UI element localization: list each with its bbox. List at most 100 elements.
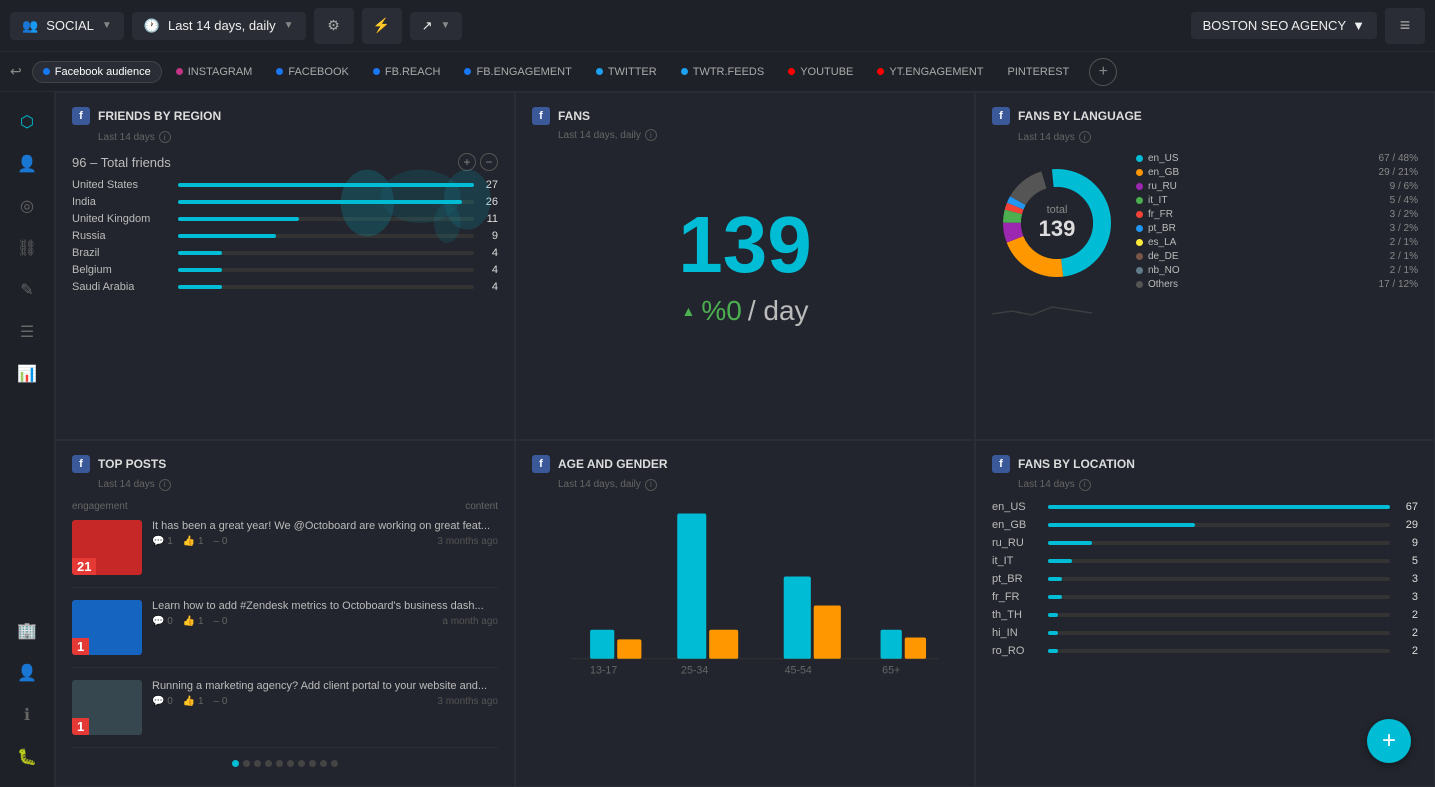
lang-legend-row: fr_FR 3 / 2% bbox=[1136, 209, 1418, 220]
tab-dot bbox=[176, 68, 183, 75]
loc-code: hi_IN bbox=[992, 627, 1042, 639]
sidebar-building-icon[interactable]: 🏢 bbox=[9, 613, 45, 649]
tab-facebook[interactable]: FACEBOOK bbox=[266, 62, 359, 82]
region-name: United Kingdom bbox=[72, 213, 172, 225]
posts-subtitle: Last 14 days i bbox=[72, 479, 498, 491]
lang-legend-row: ru_RU 9 / 6% bbox=[1136, 181, 1418, 192]
fb-icon: f bbox=[72, 455, 90, 473]
loc-count: 2 bbox=[1396, 627, 1418, 639]
location-row: it_IT 5 bbox=[992, 555, 1418, 567]
region-bar-wrap bbox=[178, 285, 474, 289]
page-dot-2[interactable] bbox=[243, 760, 250, 767]
fans-per-day: / day bbox=[748, 295, 809, 327]
post-text: Running a marketing agency? Add client p… bbox=[152, 680, 498, 692]
menu-button[interactable]: ≡ bbox=[1385, 8, 1425, 44]
loc-code: pt_BR bbox=[992, 573, 1042, 585]
loc-count: 5 bbox=[1396, 555, 1418, 567]
loc-code: en_US bbox=[992, 501, 1042, 513]
svg-text:25-34: 25-34 bbox=[681, 664, 708, 676]
tab-youtube[interactable]: YOUTUBE bbox=[778, 62, 863, 82]
page-dot-9[interactable] bbox=[320, 760, 327, 767]
post-content: It has been a great year! We @Octoboard … bbox=[152, 520, 498, 547]
page-dot-8[interactable] bbox=[309, 760, 316, 767]
sidebar-users-icon[interactable]: 👤 bbox=[9, 146, 45, 182]
like-icon: 👍 1 bbox=[183, 616, 204, 627]
loc-bar bbox=[1048, 541, 1092, 545]
post-thumbnail: 21 bbox=[72, 520, 142, 575]
loc-bar bbox=[1048, 523, 1195, 527]
share-icon: – 0 bbox=[214, 616, 228, 627]
tab-facebook-audience[interactable]: Facebook audience bbox=[32, 61, 162, 83]
sidebar-list-icon[interactable]: ☰ bbox=[9, 314, 45, 350]
share-icon: – 0 bbox=[214, 696, 228, 707]
region-name: United States bbox=[72, 179, 172, 191]
share-dropdown[interactable]: ↗ ▼ bbox=[410, 12, 463, 40]
lang-code: ru_RU bbox=[1148, 181, 1184, 192]
date-dropdown[interactable]: 🕐 Last 14 days, daily ▼ bbox=[132, 12, 306, 40]
comment-icon: 💬 0 bbox=[152, 616, 173, 627]
loc-bar-wrap bbox=[1048, 613, 1390, 617]
loc-bar bbox=[1048, 559, 1072, 563]
page-dot-7[interactable] bbox=[298, 760, 305, 767]
loc-count: 9 bbox=[1396, 537, 1418, 549]
fans-by-language-widget: f FANS BY LANGUAGE Last 14 days i bbox=[975, 92, 1435, 440]
info-icon: i bbox=[645, 479, 657, 491]
tab-label: INSTAGRAM bbox=[188, 66, 253, 78]
social-dropdown[interactable]: 👥 SOCIAL ▼ bbox=[10, 12, 124, 40]
donut-total: 139 bbox=[1039, 216, 1076, 242]
sidebar-dashboard-icon[interactable]: ⬡ bbox=[9, 104, 45, 140]
lang-value: 3 / 2% bbox=[1390, 223, 1418, 234]
post-row: 1 Learn how to add #Zendesk metrics to O… bbox=[72, 600, 498, 668]
tab-instagram[interactable]: INSTAGRAM bbox=[166, 62, 263, 82]
fb-icon: f bbox=[532, 107, 550, 125]
page-dot-1[interactable] bbox=[232, 760, 239, 767]
tab-label: YOUTUBE bbox=[800, 66, 853, 78]
tab-yt-engagement[interactable]: YT.ENGAGEMENT bbox=[867, 62, 993, 82]
svg-text:65+: 65+ bbox=[882, 664, 900, 676]
tab-twitter[interactable]: TWITTER bbox=[586, 62, 667, 82]
share-icon: ↗ bbox=[422, 18, 433, 34]
tab-dot bbox=[877, 68, 884, 75]
lang-value: 2 / 1% bbox=[1390, 237, 1418, 248]
lang-value: 2 / 1% bbox=[1390, 265, 1418, 276]
lang-color-dot bbox=[1136, 197, 1143, 204]
page-dot-5[interactable] bbox=[276, 760, 283, 767]
page-dot-10[interactable] bbox=[331, 760, 338, 767]
fab-add-button[interactable]: + bbox=[1367, 719, 1411, 763]
page-dot-3[interactable] bbox=[254, 760, 261, 767]
sidebar-chart-icon[interactable]: 📊 bbox=[9, 356, 45, 392]
donut-chart: total 139 bbox=[992, 158, 1122, 288]
agency-dropdown[interactable]: BOSTON SEO AGENCY ▼ bbox=[1191, 12, 1377, 39]
page-dot-4[interactable] bbox=[265, 760, 272, 767]
tab-label: FB.REACH bbox=[385, 66, 441, 78]
dropdown-arrow: ▼ bbox=[102, 20, 112, 31]
tab-fb-engagement[interactable]: FB.ENGAGEMENT bbox=[454, 62, 581, 82]
sidebar-edit-icon[interactable]: ✎ bbox=[9, 272, 45, 308]
lang-value: 9 / 6% bbox=[1390, 181, 1418, 192]
lang-legend-row: Others 17 / 12% bbox=[1136, 279, 1418, 290]
tab-fb-reach[interactable]: FB.REACH bbox=[363, 62, 451, 82]
sidebar-globe-icon[interactable]: ◎ bbox=[9, 188, 45, 224]
region-bar bbox=[178, 217, 299, 221]
loc-count: 29 bbox=[1396, 519, 1418, 531]
page-dot-6[interactable] bbox=[287, 760, 294, 767]
sparkline bbox=[992, 299, 1092, 319]
posts-label-row: engagement content bbox=[72, 501, 498, 512]
tab-pinterest[interactable]: PINTEREST bbox=[998, 62, 1080, 82]
add-tab-button[interactable]: + bbox=[1089, 58, 1117, 86]
fans-subtitle: Last 14 days, daily i bbox=[532, 129, 657, 141]
fans-total: 139 bbox=[678, 205, 811, 285]
tab-twtr-feeds[interactable]: TWTR.FEEDS bbox=[671, 62, 775, 82]
sidebar-link-icon[interactable]: ⛓ bbox=[9, 230, 45, 266]
sidebar-person-icon[interactable]: 👤 bbox=[9, 655, 45, 691]
loc-bar bbox=[1048, 577, 1062, 581]
sidebar-info-icon[interactable]: ℹ bbox=[9, 697, 45, 733]
loc-bar bbox=[1048, 631, 1058, 635]
lang-code: fr_FR bbox=[1148, 209, 1184, 220]
tab-label: TWITTER bbox=[608, 66, 657, 78]
lightning-icon-btn[interactable]: ⚡ bbox=[362, 8, 402, 44]
tab-back-arrow[interactable]: ↩ bbox=[10, 63, 22, 80]
sidebar-bug-icon[interactable]: 🐛 bbox=[9, 739, 45, 775]
settings-icon-btn[interactable]: ⚙ bbox=[314, 8, 354, 44]
posts-title: TOP POSTS bbox=[98, 457, 166, 471]
